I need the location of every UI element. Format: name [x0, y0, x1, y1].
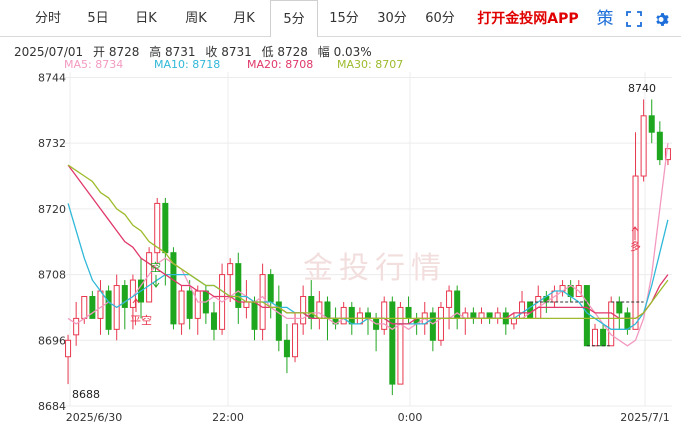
- x-tick-label: 2025/7/1: [620, 411, 669, 424]
- candle-body: [348, 306, 355, 325]
- short-label: 空: [150, 260, 161, 274]
- candle-body: [608, 301, 615, 347]
- candle-body: [624, 312, 631, 330]
- candle-body: [267, 274, 274, 303]
- x-tick-label: 2025/6/30: [66, 411, 122, 424]
- candle-body: [470, 312, 477, 319]
- y-tick-label: 8732: [38, 137, 66, 150]
- candle-body: [73, 317, 80, 336]
- candle-body: [364, 312, 372, 319]
- candle-body: [316, 301, 323, 319]
- candle-body: [527, 301, 534, 319]
- candle-body: [340, 306, 347, 325]
- y-tick-label: 8696: [38, 334, 66, 347]
- candle-body: [186, 290, 193, 319]
- candle-body: [227, 263, 234, 276]
- high-price-label: 8740: [628, 82, 656, 95]
- candle-body: [583, 285, 590, 347]
- candle-body: [616, 301, 623, 314]
- candle-body: [478, 312, 485, 319]
- candle-body: [486, 312, 493, 319]
- long-label: 多: [630, 239, 641, 253]
- candle-body: [648, 115, 655, 133]
- candle-body: [446, 290, 453, 308]
- kline-chart[interactable]: 金投行情 8684 8696 8708 8720 8732 8744 2025/6/30 2…: [0, 0, 681, 426]
- candle-body: [405, 306, 412, 319]
- candle-body: [324, 301, 331, 319]
- low-price-label: 8688: [72, 388, 100, 401]
- candle-body: [194, 290, 201, 319]
- candle-body: [121, 285, 128, 308]
- candle-body: [65, 339, 72, 358]
- x-tick-label: 22:00: [212, 411, 244, 424]
- candle-body: [105, 290, 112, 330]
- candle-body: [437, 306, 444, 341]
- candle-body: [243, 301, 250, 308]
- candle-body: [210, 312, 217, 330]
- candle-body: [300, 295, 307, 325]
- candle-body: [81, 295, 88, 319]
- candle-body: [162, 202, 169, 254]
- candle-body: [389, 301, 396, 385]
- candle-body: [89, 295, 96, 319]
- candle-body: [519, 301, 526, 319]
- candle-body: [283, 339, 290, 358]
- candle-body: [251, 301, 258, 330]
- watermark-text: 金投行情: [303, 251, 447, 286]
- flat-short-label: 平空: [130, 313, 152, 327]
- y-tick-label: 8744: [38, 71, 66, 84]
- candle-body: [292, 323, 299, 358]
- y-tick-label: 8708: [38, 269, 66, 282]
- candle-body: [656, 131, 663, 161]
- candle-body: [429, 312, 436, 341]
- candle-body: [591, 328, 598, 347]
- candle-body: [640, 115, 647, 177]
- candle-body: [494, 312, 501, 319]
- candle-body: [178, 290, 185, 325]
- candle-body: [97, 290, 104, 319]
- y-tick-label: 8720: [38, 203, 66, 216]
- candle-body: [308, 295, 315, 319]
- candle-body: [510, 317, 517, 325]
- candle-body: [600, 328, 607, 347]
- y-tick-label: 8684: [38, 400, 66, 413]
- x-tick-label: 0:00: [398, 411, 423, 424]
